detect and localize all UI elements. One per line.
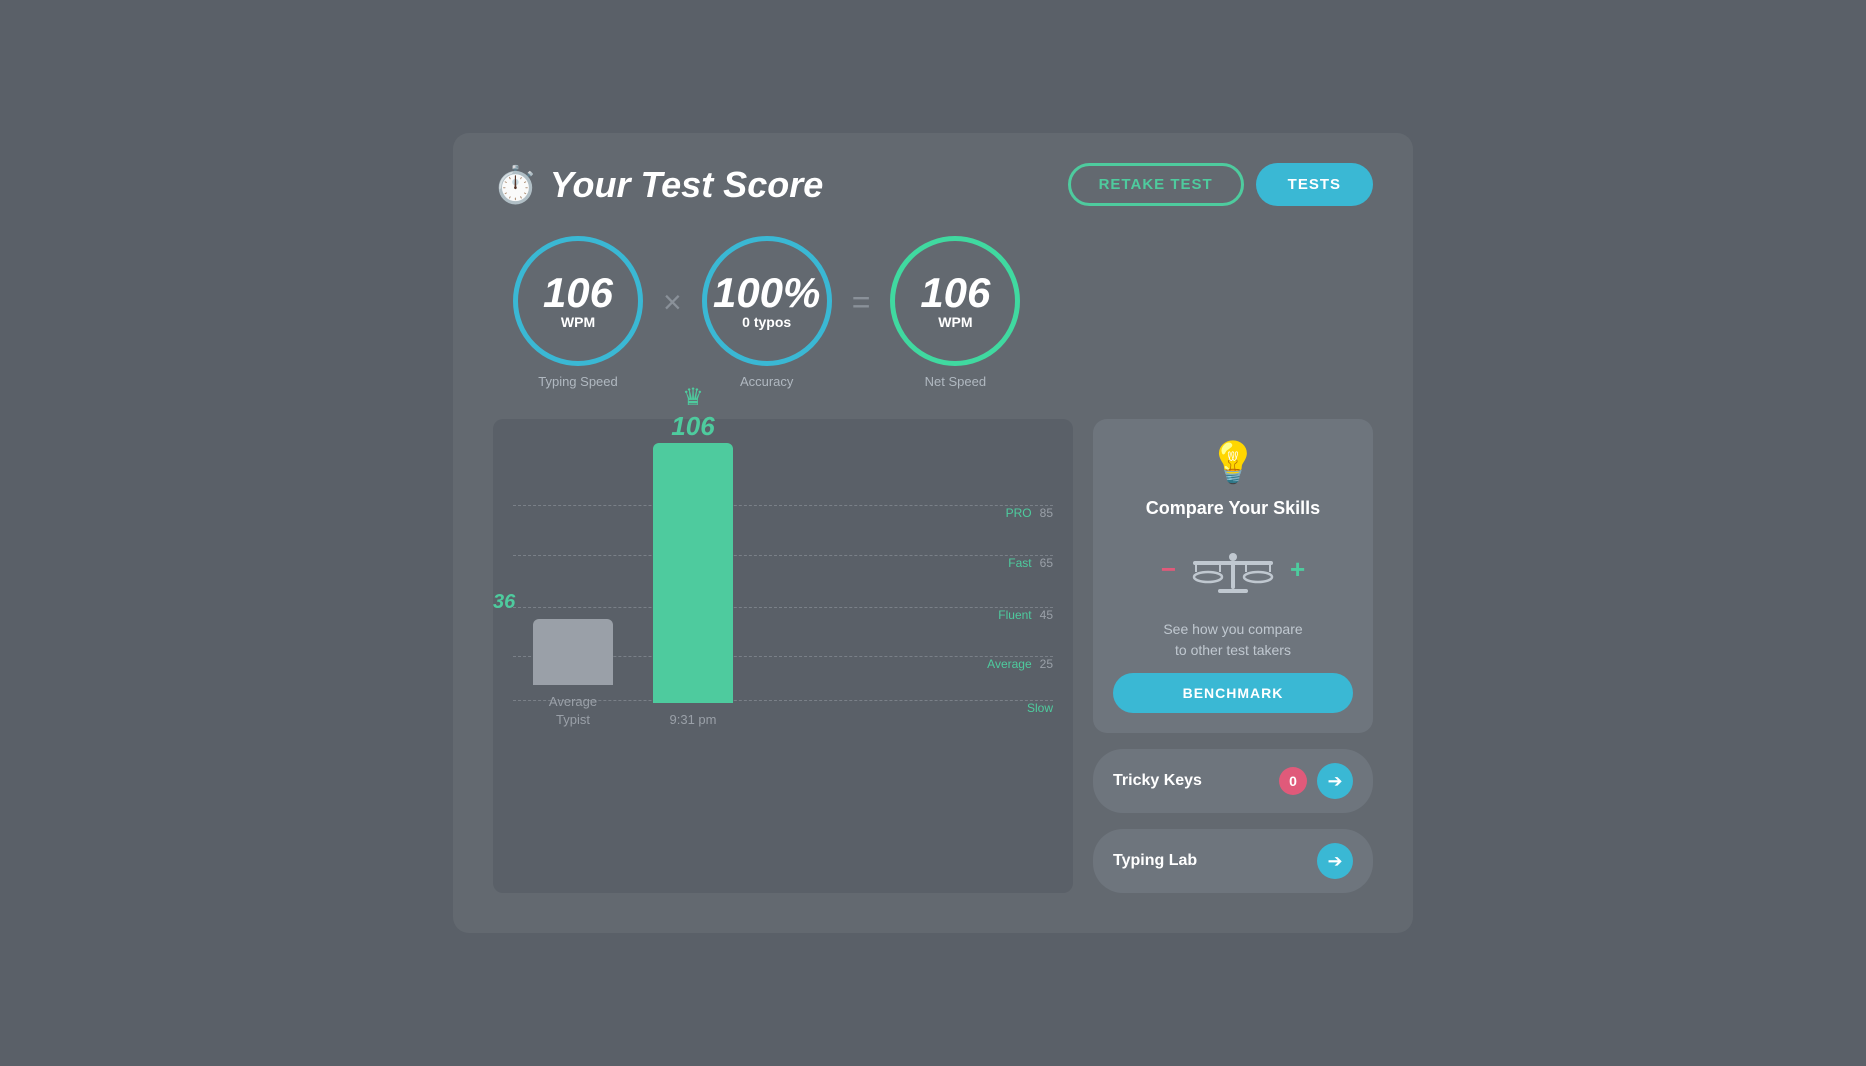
tricky-keys-badge: 0: [1279, 767, 1307, 795]
equals-operator: =: [852, 284, 871, 321]
user-bar-value: 106: [671, 411, 714, 442]
typing-lab-row[interactable]: Typing Lab ➔: [1093, 829, 1373, 893]
minus-icon: −: [1161, 554, 1176, 585]
chart-wrapper: PRO 85 Fast 65 Fluent 45 Aver: [513, 439, 1053, 759]
main-content: PRO 85 Fast 65 Fluent 45 Aver: [493, 419, 1373, 893]
accuracy-value: 100%: [713, 272, 820, 314]
avg-bar: [533, 619, 613, 685]
accuracy-subtext: 0 typos: [742, 314, 791, 330]
user-bar: [653, 443, 733, 703]
typing-speed-label: Typing Speed: [538, 374, 618, 389]
multiply-operator: ×: [663, 284, 682, 321]
net-speed-label: Net Speed: [925, 374, 986, 389]
title-icon: ⏱️: [493, 164, 538, 206]
typing-speed-unit: WPM: [561, 314, 595, 330]
main-container: ⏱️ Your Test Score RETAKE TEST TESTS 106…: [453, 133, 1413, 933]
tests-button[interactable]: TESTS: [1256, 163, 1373, 206]
net-speed-unit: WPM: [938, 314, 972, 330]
compare-title: Compare Your Skills: [1146, 498, 1320, 519]
tricky-keys-right: 0 ➔: [1279, 763, 1353, 799]
avg-bar-group: 36 Average Typist: [533, 619, 613, 729]
tricky-keys-arrow[interactable]: ➔: [1317, 763, 1353, 799]
plus-icon: +: [1290, 554, 1305, 585]
scale-icon: [1188, 539, 1278, 599]
scores-row: 106 WPM Typing Speed × 100% 0 typos Accu…: [493, 236, 1373, 389]
typing-speed-value: 106: [543, 272, 613, 314]
header: ⏱️ Your Test Score RETAKE TEST TESTS: [493, 163, 1373, 206]
lightbulb-icon: 💡: [1208, 439, 1258, 486]
typing-speed-circle: 106 WPM: [513, 236, 643, 366]
net-speed-item: 106 WPM Net Speed: [890, 236, 1020, 389]
compare-desc: See how you compare to other test takers: [1163, 619, 1302, 661]
typing-lab-arrow[interactable]: ➔: [1317, 843, 1353, 879]
accuracy-label: Accuracy: [740, 374, 793, 389]
compare-card: 💡 Compare Your Skills −: [1093, 419, 1373, 733]
net-speed-circle: 106 WPM: [890, 236, 1020, 366]
avg-bar-label: Average Typist: [549, 693, 597, 729]
title-area: ⏱️ Your Test Score: [493, 164, 823, 206]
accuracy-item: 100% 0 typos Accuracy: [702, 236, 832, 389]
header-buttons: RETAKE TEST TESTS: [1068, 163, 1373, 206]
right-sidebar: 💡 Compare Your Skills −: [1093, 419, 1373, 893]
typing-speed-item: 106 WPM Typing Speed: [513, 236, 643, 389]
retake-test-button[interactable]: RETAKE TEST: [1068, 163, 1244, 206]
typing-lab-label: Typing Lab: [1113, 852, 1197, 870]
page-title: Your Test Score: [550, 164, 823, 206]
typing-lab-right: ➔: [1317, 843, 1353, 879]
user-bar-label: 9:31 pm: [670, 711, 717, 729]
net-speed-value: 106: [920, 272, 990, 314]
user-bar-group: ♛ 106 9:31 pm: [653, 443, 733, 729]
chart-area: PRO 85 Fast 65 Fluent 45 Aver: [493, 419, 1073, 893]
tricky-keys-row[interactable]: Tricky Keys 0 ➔: [1093, 749, 1373, 813]
tricky-keys-label: Tricky Keys: [1113, 772, 1202, 790]
bars-container: 36 Average Typist ♛ 106 9:31 pm: [513, 439, 1053, 729]
scale-icon-area: −: [1161, 539, 1305, 599]
avg-bar-value: 36: [493, 591, 515, 614]
benchmark-button[interactable]: BENCHMARK: [1113, 673, 1353, 713]
crown-icon: ♛: [682, 383, 704, 412]
accuracy-circle: 100% 0 typos: [702, 236, 832, 366]
